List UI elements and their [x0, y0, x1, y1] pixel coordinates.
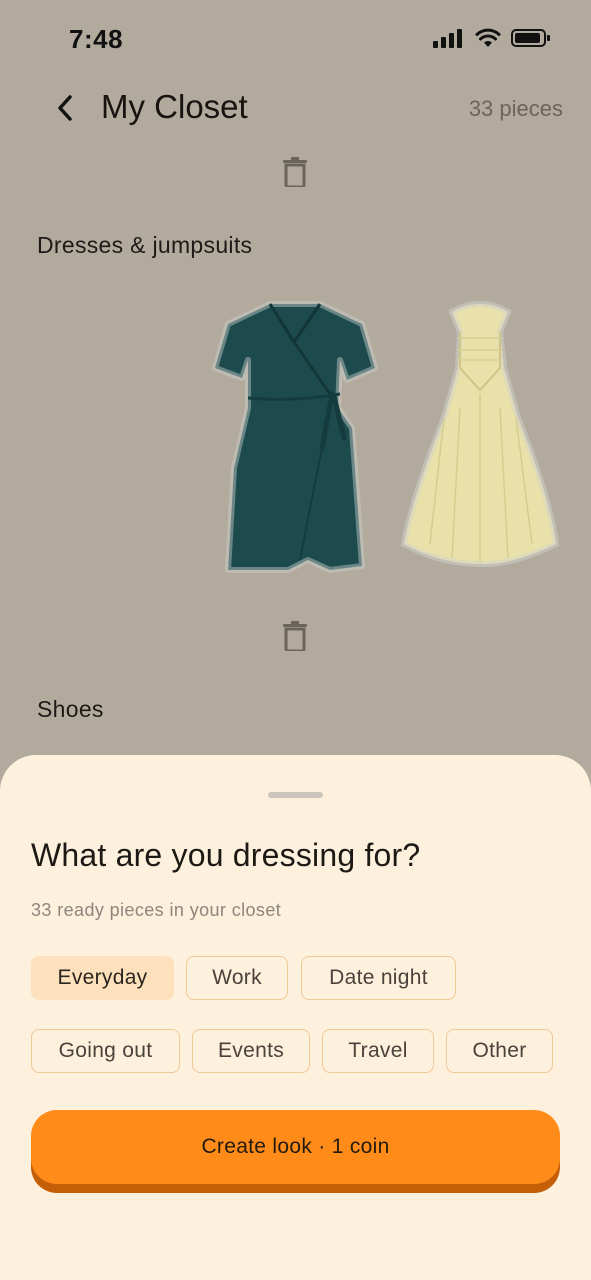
- battery-icon: [511, 29, 550, 47]
- status-icons: [433, 28, 551, 48]
- section-title-dresses: Dresses & jumpsuits: [37, 232, 253, 258]
- yellow-halter-dress[interactable]: [400, 298, 562, 578]
- trash-icon: [283, 621, 307, 651]
- chevron-left-icon: [58, 95, 72, 121]
- create-look-button[interactable]: Create look · 1 coin: [31, 1110, 560, 1184]
- page-title: My Closet: [101, 88, 248, 125]
- wifi-icon: [475, 28, 501, 47]
- chip-other[interactable]: Other: [446, 1029, 553, 1073]
- back-button[interactable]: [50, 90, 80, 126]
- section-title-shoes: Shoes: [37, 696, 104, 722]
- chip-work[interactable]: Work: [186, 956, 288, 1000]
- occasion-bottom-sheet: What are you dressing for? 33 ready piec…: [0, 755, 591, 1280]
- chip-travel[interactable]: Travel: [322, 1029, 434, 1073]
- trash-icon: [283, 157, 307, 187]
- sheet-question: What are you dressing for?: [31, 837, 421, 873]
- chip-date-night[interactable]: Date night: [301, 956, 456, 1000]
- chip-events[interactable]: Events: [192, 1029, 310, 1073]
- sheet-subtitle: 33 ready pieces in your closet: [31, 900, 282, 920]
- chip-everyday[interactable]: Everyday: [31, 956, 174, 1000]
- signal-icon: [433, 29, 462, 48]
- sheet-drag-handle[interactable]: [268, 792, 323, 798]
- header: My Closet 33 pieces: [0, 80, 591, 140]
- green-wrap-dress[interactable]: [212, 298, 378, 578]
- status-time: 7:48: [69, 24, 124, 54]
- delete-button[interactable]: [281, 156, 309, 188]
- pieces-count: 33 pieces: [468, 96, 563, 121]
- status-bar: 7:48: [0, 0, 591, 80]
- delete-button[interactable]: [281, 620, 309, 652]
- chip-going-out[interactable]: Going out: [31, 1029, 180, 1073]
